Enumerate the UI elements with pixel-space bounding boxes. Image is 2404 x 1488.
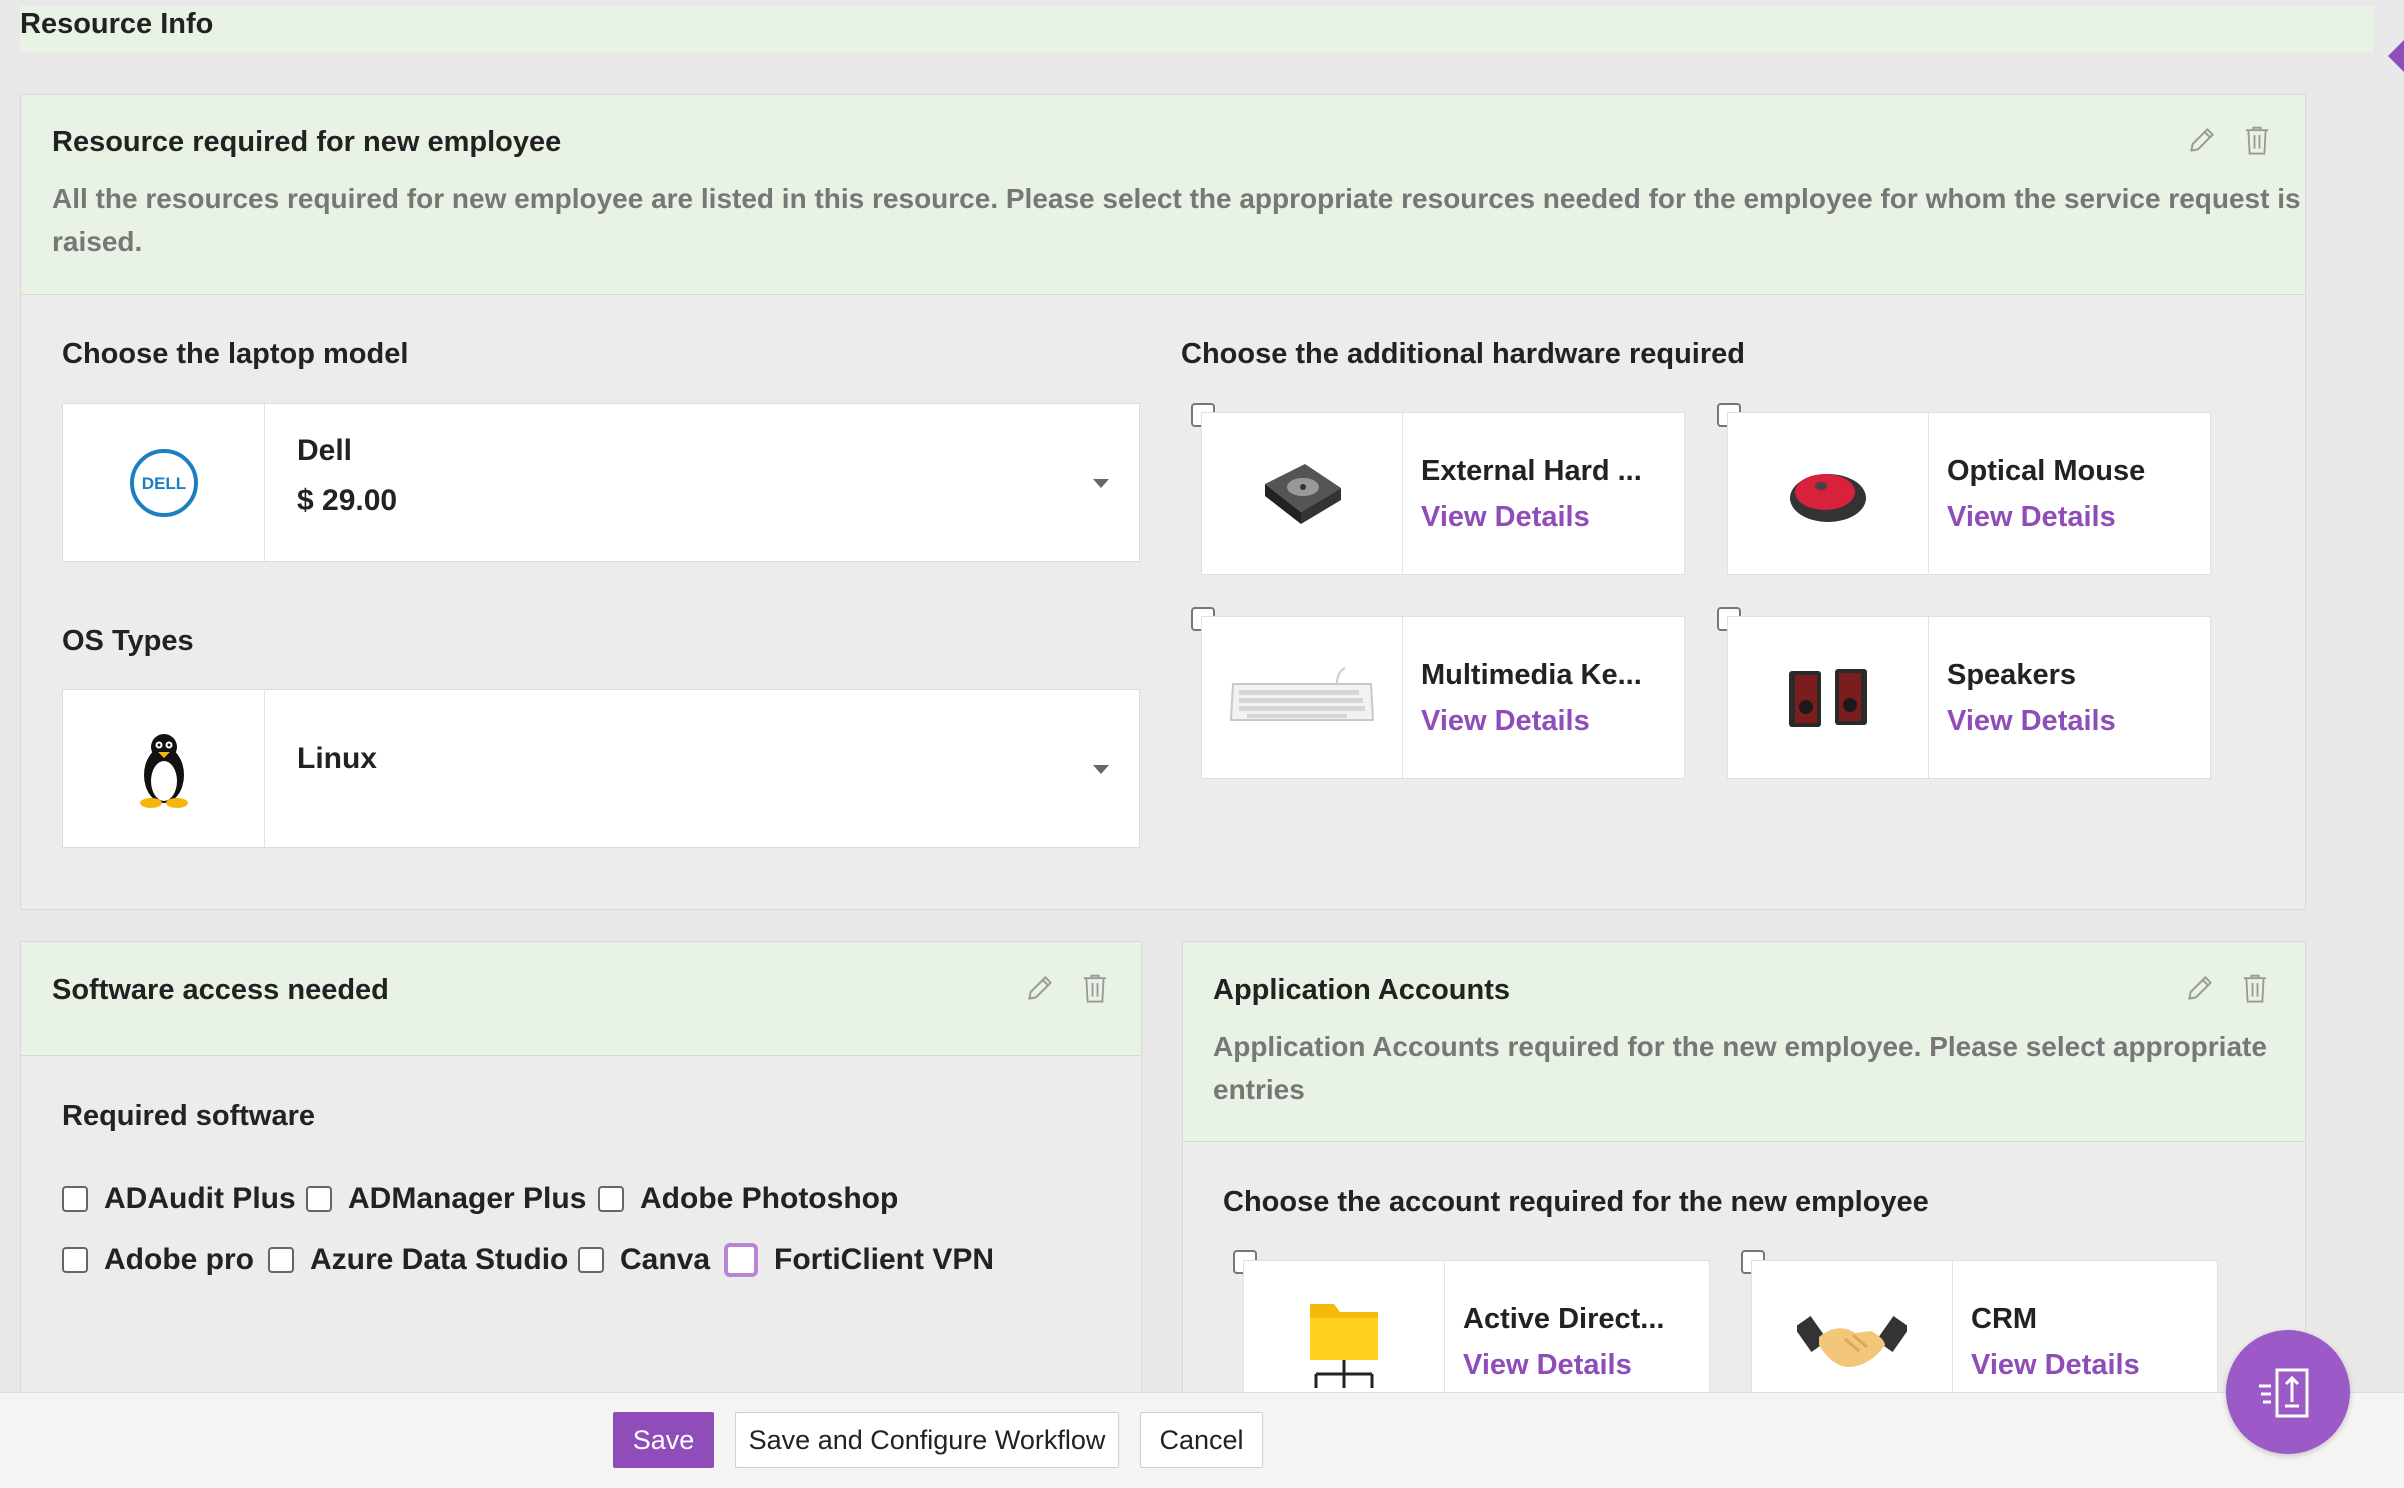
page-header	[20, 6, 2374, 52]
resource-section-description: All the resources required for new emplo…	[52, 183, 2301, 257]
account-name: CRM	[1971, 1303, 2038, 1335]
accounts-section-description: Application Accounts required for the ne…	[1213, 1031, 2267, 1105]
laptop-model-select[interactable]: DELL Dell $ 29.00	[62, 403, 1140, 562]
accounts-section-title: Application Accounts	[1213, 974, 1510, 1006]
software-option-azure-data-studio[interactable]: Azure Data Studio	[268, 1243, 568, 1277]
checkbox[interactable]	[724, 1243, 758, 1277]
os-selected-value: Linux	[297, 742, 377, 775]
edit-icon[interactable]	[2184, 972, 2216, 1004]
delete-icon[interactable]	[2240, 972, 2270, 1004]
chevron-down-icon[interactable]	[1093, 478, 1109, 488]
hardware-name: Multimedia Ke...	[1421, 659, 1642, 691]
mouse-icon	[1728, 413, 1929, 574]
checkbox[interactable]	[268, 1247, 294, 1273]
keyboard-icon	[1202, 617, 1403, 778]
chevron-down-icon[interactable]	[1093, 764, 1109, 774]
laptop-model-label: Choose the laptop model	[62, 338, 409, 370]
hardware-label: Choose the additional hardware required	[1181, 338, 1745, 370]
dell-logo-icon: DELL	[63, 404, 265, 561]
software-option-adobe-photoshop[interactable]: Adobe Photoshop	[598, 1182, 898, 1216]
software-option-canva[interactable]: Canva	[578, 1243, 710, 1277]
save-button[interactable]: Save	[613, 1412, 714, 1468]
document-upload-icon	[2259, 1368, 2309, 1418]
hardware-card-optical-mouse[interactable]: Optical Mouse View Details	[1727, 412, 2211, 575]
laptop-selected-price: $ 29.00	[297, 484, 398, 517]
software-option-admanager-plus[interactable]: ADManager Plus	[306, 1182, 586, 1216]
hardware-card-multimedia-keyboard[interactable]: Multimedia Ke... View Details	[1201, 616, 1685, 779]
view-details-link[interactable]: View Details	[1971, 1349, 2140, 1382]
software-section-title: Software access needed	[52, 974, 389, 1006]
software-option-adaudit-plus[interactable]: ADAudit Plus	[62, 1182, 296, 1216]
cancel-button[interactable]: Cancel	[1140, 1412, 1263, 1468]
view-details-link[interactable]: View Details	[1947, 705, 2116, 738]
delete-icon[interactable]	[1080, 972, 1110, 1004]
checkbox[interactable]	[598, 1186, 624, 1212]
view-details-link[interactable]: View Details	[1421, 705, 1590, 738]
hardware-name: External Hard ...	[1421, 455, 1642, 487]
checkbox[interactable]	[62, 1186, 88, 1212]
hardware-card-speakers[interactable]: Speakers View Details	[1727, 616, 2211, 779]
required-software-label: Required software	[62, 1100, 315, 1132]
hardware-card-external-hard-drive[interactable]: External Hard ... View Details	[1201, 412, 1685, 575]
edit-icon[interactable]	[2186, 124, 2218, 156]
view-details-link[interactable]: View Details	[1421, 501, 1590, 534]
os-types-select[interactable]: Linux	[62, 689, 1140, 848]
account-name: Active Direct...	[1463, 1303, 1665, 1335]
laptop-selected-name: Dell	[297, 434, 353, 467]
os-types-label: OS Types	[62, 625, 194, 657]
svg-text:DELL: DELL	[141, 474, 185, 493]
checkbox[interactable]	[306, 1186, 332, 1212]
linux-penguin-icon	[63, 690, 265, 847]
hardware-name: Speakers	[1947, 659, 2076, 691]
edit-icon[interactable]	[1024, 972, 1056, 1004]
hard-drive-icon	[1202, 413, 1403, 574]
accounts-label: Choose the account required for the new …	[1223, 1186, 1929, 1218]
speakers-icon	[1728, 617, 1929, 778]
checkbox[interactable]	[62, 1247, 88, 1273]
software-option-adobe-pro[interactable]: Adobe pro	[62, 1243, 254, 1277]
floating-action-button[interactable]	[2226, 1330, 2350, 1454]
view-details-link[interactable]: View Details	[1947, 501, 2116, 534]
hardware-name: Optical Mouse	[1947, 455, 2146, 487]
page-title: Resource Info	[20, 8, 214, 40]
checkbox[interactable]	[578, 1247, 604, 1273]
save-and-configure-workflow-button[interactable]: Save and Configure Workflow	[735, 1412, 1119, 1468]
delete-icon[interactable]	[2242, 124, 2272, 156]
resource-section-title: Resource required for new employee	[52, 126, 562, 158]
side-panel-toggle[interactable]	[2388, 40, 2404, 72]
software-option-forticlient-vpn[interactable]: FortiClient VPN	[724, 1243, 994, 1277]
view-details-link[interactable]: View Details	[1463, 1349, 1632, 1382]
